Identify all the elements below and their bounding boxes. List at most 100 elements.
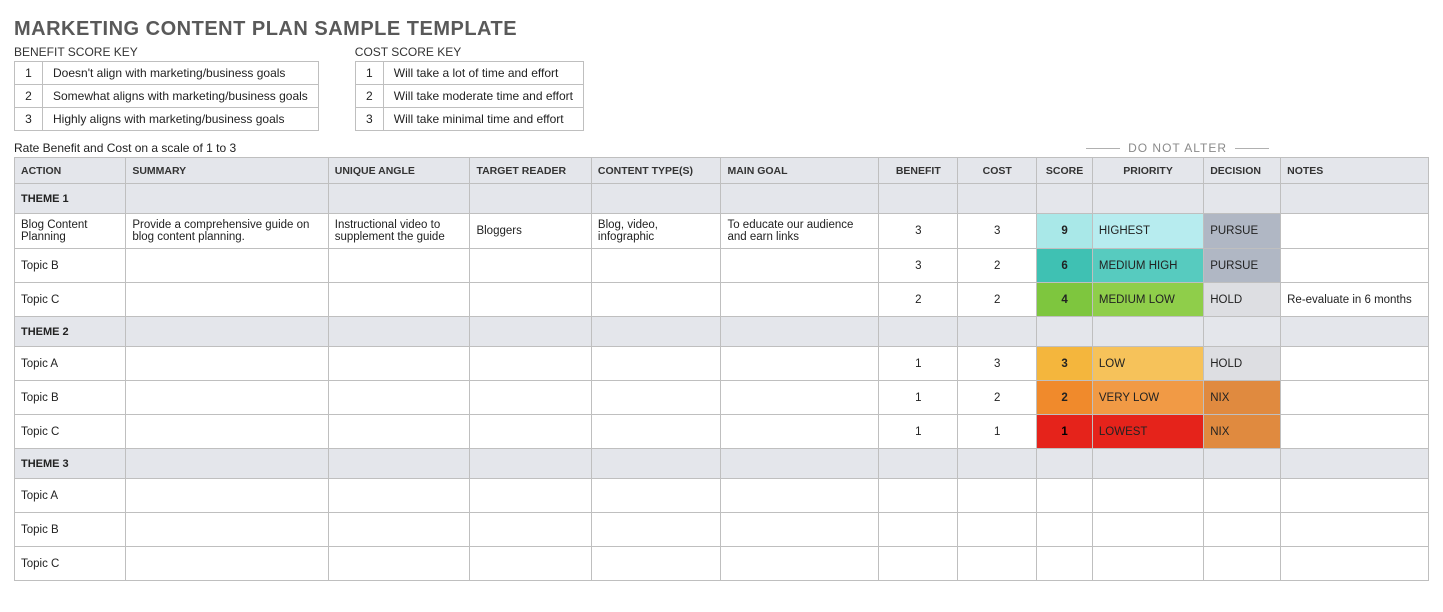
priority-cell[interactable]: MEDIUM LOW bbox=[1092, 283, 1203, 317]
priority-cell[interactable]: HIGHEST bbox=[1092, 214, 1203, 249]
priority-cell[interactable]: LOW bbox=[1092, 347, 1203, 381]
cost-cell[interactable] bbox=[958, 513, 1037, 547]
score-cell[interactable]: 3 bbox=[1037, 347, 1093, 381]
goal-cell[interactable]: To educate our audience and earn links bbox=[721, 214, 879, 249]
benefit-cell[interactable]: 3 bbox=[879, 249, 958, 283]
angle-cell[interactable] bbox=[328, 547, 470, 581]
decision-cell[interactable] bbox=[1204, 547, 1281, 581]
summary-cell[interactable] bbox=[126, 283, 328, 317]
reader-cell[interactable] bbox=[470, 513, 591, 547]
benefit-cell[interactable]: 2 bbox=[879, 283, 958, 317]
goal-cell[interactable] bbox=[721, 283, 879, 317]
cost-cell[interactable] bbox=[958, 479, 1037, 513]
decision-cell[interactable]: NIX bbox=[1204, 381, 1281, 415]
cost-cell[interactable]: 2 bbox=[958, 381, 1037, 415]
cost-cell[interactable] bbox=[958, 547, 1037, 581]
cost-cell[interactable]: 2 bbox=[958, 283, 1037, 317]
benefit-cell[interactable] bbox=[879, 547, 958, 581]
type-cell[interactable] bbox=[591, 283, 721, 317]
summary-cell[interactable]: Provide a comprehensive guide on blog co… bbox=[126, 214, 328, 249]
reader-cell[interactable] bbox=[470, 283, 591, 317]
score-cell[interactable] bbox=[1037, 513, 1093, 547]
type-cell[interactable] bbox=[591, 249, 721, 283]
angle-cell[interactable] bbox=[328, 347, 470, 381]
type-cell[interactable] bbox=[591, 479, 721, 513]
summary-cell[interactable] bbox=[126, 547, 328, 581]
summary-cell[interactable] bbox=[126, 381, 328, 415]
type-cell[interactable] bbox=[591, 513, 721, 547]
decision-cell[interactable]: PURSUE bbox=[1204, 214, 1281, 249]
benefit-cell[interactable] bbox=[879, 479, 958, 513]
angle-cell[interactable]: Instructional video to supplement the gu… bbox=[328, 214, 470, 249]
goal-cell[interactable] bbox=[721, 479, 879, 513]
cost-cell[interactable]: 1 bbox=[958, 415, 1037, 449]
reader-cell[interactable] bbox=[470, 479, 591, 513]
score-cell[interactable]: 4 bbox=[1037, 283, 1093, 317]
priority-cell[interactable]: MEDIUM HIGH bbox=[1092, 249, 1203, 283]
score-cell[interactable]: 2 bbox=[1037, 381, 1093, 415]
notes-cell[interactable] bbox=[1281, 547, 1429, 581]
benefit-cell[interactable]: 1 bbox=[879, 381, 958, 415]
type-cell[interactable]: Blog, video, infographic bbox=[591, 214, 721, 249]
cost-cell[interactable]: 3 bbox=[958, 347, 1037, 381]
score-cell[interactable]: 9 bbox=[1037, 214, 1093, 249]
decision-cell[interactable]: HOLD bbox=[1204, 283, 1281, 317]
goal-cell[interactable] bbox=[721, 347, 879, 381]
action-cell[interactable]: Topic C bbox=[15, 547, 126, 581]
reader-cell[interactable] bbox=[470, 249, 591, 283]
priority-cell[interactable] bbox=[1092, 479, 1203, 513]
goal-cell[interactable] bbox=[721, 415, 879, 449]
notes-cell[interactable] bbox=[1281, 513, 1429, 547]
score-cell[interactable] bbox=[1037, 479, 1093, 513]
decision-cell[interactable] bbox=[1204, 479, 1281, 513]
reader-cell[interactable]: Bloggers bbox=[470, 214, 591, 249]
benefit-cell[interactable]: 3 bbox=[879, 214, 958, 249]
score-cell[interactable]: 6 bbox=[1037, 249, 1093, 283]
notes-cell[interactable] bbox=[1281, 415, 1429, 449]
benefit-cell[interactable]: 1 bbox=[879, 347, 958, 381]
reader-cell[interactable] bbox=[470, 347, 591, 381]
summary-cell[interactable] bbox=[126, 415, 328, 449]
summary-cell[interactable] bbox=[126, 249, 328, 283]
angle-cell[interactable] bbox=[328, 249, 470, 283]
action-cell[interactable]: Topic A bbox=[15, 479, 126, 513]
decision-cell[interactable]: NIX bbox=[1204, 415, 1281, 449]
priority-cell[interactable] bbox=[1092, 547, 1203, 581]
type-cell[interactable] bbox=[591, 347, 721, 381]
score-cell[interactable] bbox=[1037, 547, 1093, 581]
notes-cell[interactable] bbox=[1281, 381, 1429, 415]
notes-cell[interactable]: Re-evaluate in 6 months bbox=[1281, 283, 1429, 317]
summary-cell[interactable] bbox=[126, 347, 328, 381]
summary-cell[interactable] bbox=[126, 513, 328, 547]
decision-cell[interactable]: PURSUE bbox=[1204, 249, 1281, 283]
notes-cell[interactable] bbox=[1281, 479, 1429, 513]
notes-cell[interactable] bbox=[1281, 214, 1429, 249]
action-cell[interactable]: Topic B bbox=[15, 249, 126, 283]
cost-cell[interactable]: 2 bbox=[958, 249, 1037, 283]
reader-cell[interactable] bbox=[470, 547, 591, 581]
goal-cell[interactable] bbox=[721, 547, 879, 581]
action-cell[interactable]: Blog Content Planning bbox=[15, 214, 126, 249]
reader-cell[interactable] bbox=[470, 381, 591, 415]
notes-cell[interactable] bbox=[1281, 347, 1429, 381]
summary-cell[interactable] bbox=[126, 479, 328, 513]
goal-cell[interactable] bbox=[721, 513, 879, 547]
action-cell[interactable]: Topic A bbox=[15, 347, 126, 381]
notes-cell[interactable] bbox=[1281, 249, 1429, 283]
priority-cell[interactable]: LOWEST bbox=[1092, 415, 1203, 449]
score-cell[interactable]: 1 bbox=[1037, 415, 1093, 449]
priority-cell[interactable]: VERY LOW bbox=[1092, 381, 1203, 415]
action-cell[interactable]: Topic C bbox=[15, 415, 126, 449]
type-cell[interactable] bbox=[591, 415, 721, 449]
angle-cell[interactable] bbox=[328, 381, 470, 415]
angle-cell[interactable] bbox=[328, 415, 470, 449]
action-cell[interactable]: Topic B bbox=[15, 381, 126, 415]
action-cell[interactable]: Topic B bbox=[15, 513, 126, 547]
angle-cell[interactable] bbox=[328, 283, 470, 317]
action-cell[interactable]: Topic C bbox=[15, 283, 126, 317]
benefit-cell[interactable]: 1 bbox=[879, 415, 958, 449]
cost-cell[interactable]: 3 bbox=[958, 214, 1037, 249]
angle-cell[interactable] bbox=[328, 513, 470, 547]
goal-cell[interactable] bbox=[721, 381, 879, 415]
goal-cell[interactable] bbox=[721, 249, 879, 283]
